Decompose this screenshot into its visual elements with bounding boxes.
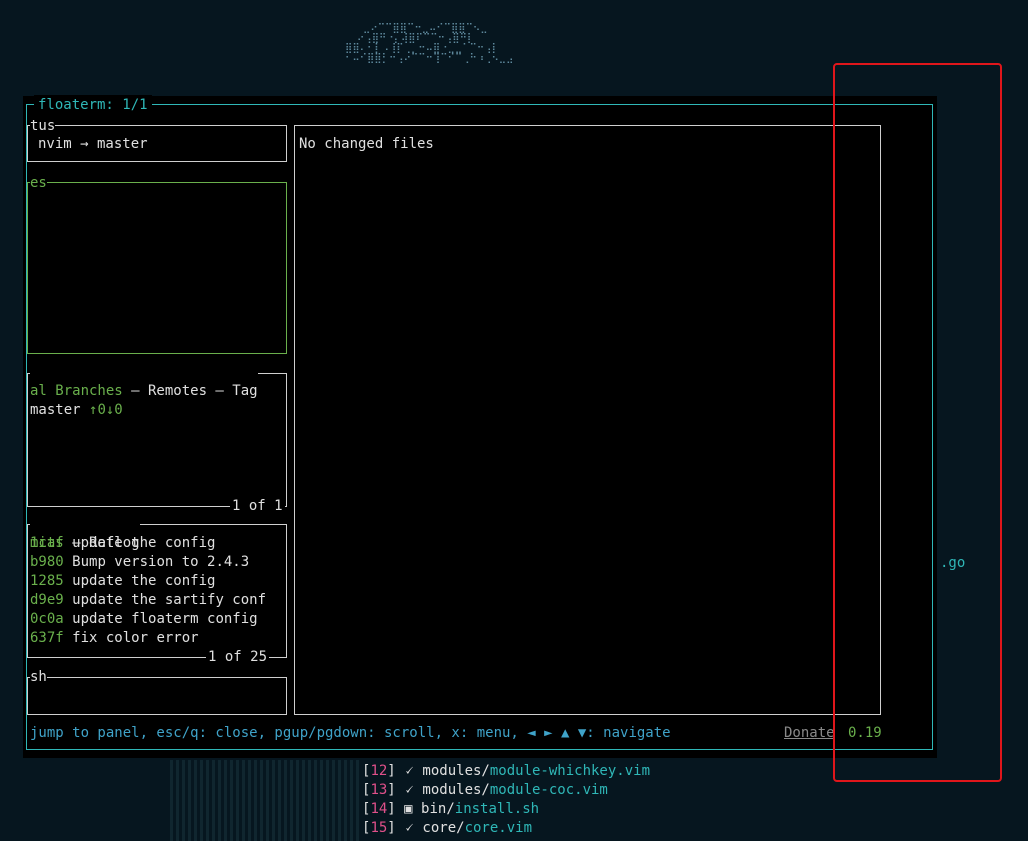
commit-row[interactable]: 1caf update the config (30, 534, 215, 553)
commit-message: Bump version to 2.4.3 (72, 554, 250, 570)
branches-counter: 1 of 1 (230, 497, 285, 515)
file-name: core.vim (464, 820, 533, 836)
commit-message: update the sartify conf (72, 592, 267, 608)
vim-file-icon: 🗸 (404, 763, 414, 779)
commit-hash: d9e9 (30, 592, 64, 608)
branch-name: master (30, 402, 81, 418)
background-shade (170, 760, 360, 841)
buffer-number: 12 (370, 763, 388, 779)
stash-panel[interactable] (27, 677, 287, 715)
file-dir: modules/ (422, 782, 490, 798)
donate-link[interactable]: Donate (784, 724, 835, 743)
buffer-number: 13 (370, 782, 388, 798)
commit-hash: b980 (30, 554, 64, 570)
commit-row[interactable]: 0c0a update floaterm config (30, 610, 258, 629)
main-panel-text: No changed files (299, 136, 434, 152)
commit-row[interactable]: 637f fix color error (30, 629, 199, 648)
keybinding-help: jump to panel, esc/q: close, pgup/pgdown… (30, 725, 671, 741)
file-name: module-whichkey.vim (489, 763, 651, 779)
file-dir: bin/ (421, 801, 455, 817)
tab-remotes-tags[interactable]: – Remotes – Tag (123, 383, 257, 399)
file-dir: modules/ (422, 763, 490, 779)
commit-row[interactable]: b980 Bump version to 2.4.3 (30, 553, 249, 572)
file-list-item[interactable]: [14] ▣ bin/install.sh (362, 800, 539, 819)
ascii-logo: ⣀⠔⠉⠉⣿⣿⠉⠒⣀⠤⠊⠉⣿⣿⠉⠢⣀ ⠔⢠⣿⠛⠐⡄⢼⣿⠏⠉⠉⠒⢠⣿⠛⡇ ⣿⣿⠄⠂⡇… (345, 23, 514, 64)
file-dir: core/ (422, 820, 465, 836)
commit-hash: 637f (30, 630, 64, 646)
buffer-number: 14 (370, 801, 388, 817)
commit-row[interactable]: 1285 update the config (30, 572, 215, 591)
status-panel-title: tus (30, 117, 56, 136)
commit-message: update floaterm config (72, 611, 258, 627)
files-panel-title: es (30, 174, 47, 193)
shell-file-icon: ▣ (404, 801, 413, 817)
commits-counter: 1 of 25 (206, 648, 270, 666)
files-panel[interactable] (27, 182, 287, 354)
file-name: module-coc.vim (489, 782, 608, 798)
file-list-item[interactable]: [13] 🗸 modules/module-coc.vim (362, 781, 608, 800)
vim-file-icon: 🗸 (404, 782, 414, 798)
commit-message: fix color error (72, 630, 199, 646)
commit-row[interactable]: d9e9 update the sartify conf (30, 591, 266, 610)
stash-panel-title: sh (30, 668, 47, 687)
file-list-item[interactable]: [15] 🗸 core/core.vim (362, 819, 532, 838)
status-line: nvim → master (38, 136, 148, 152)
file-list-item[interactable]: [12] 🗸 modules/module-whichkey.vim (362, 762, 650, 781)
file-name: install.sh (454, 801, 540, 817)
vim-file-icon: 🗸 (404, 820, 414, 836)
commit-hash: 1caf (30, 535, 64, 551)
commit-message: update the config (72, 573, 216, 589)
commit-hash: 0c0a (30, 611, 64, 627)
commit-message: update the config (72, 535, 216, 551)
branch-item[interactable]: master ↑0↓0 (30, 382, 123, 420)
highlight-annotation-box (833, 63, 1002, 782)
floaterm-title: floaterm: 1/1 (34, 95, 152, 115)
main-panel[interactable] (294, 125, 881, 715)
branch-status: ↑0↓0 (89, 402, 123, 418)
commit-hash: 1285 (30, 573, 64, 589)
buffer-number: 15 (370, 820, 388, 836)
